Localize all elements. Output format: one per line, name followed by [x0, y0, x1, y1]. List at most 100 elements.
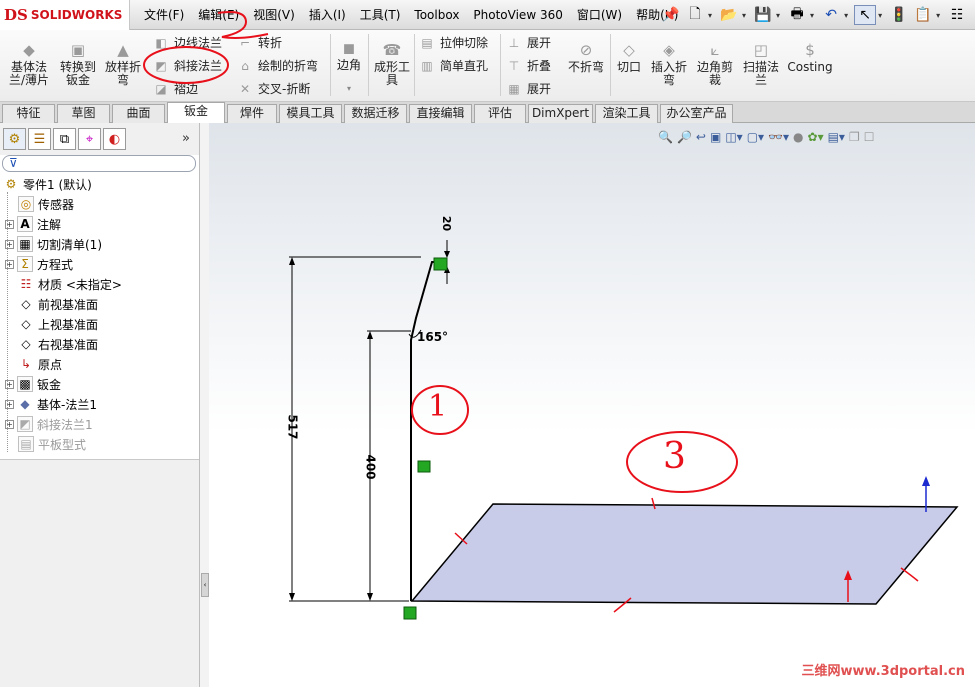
dimxpert-manager-tab-icon[interactable]: ⌖: [78, 128, 101, 150]
tree-item-origin[interactable]: ↳ 原点: [18, 354, 62, 374]
menu-file[interactable]: 文件(F): [137, 6, 191, 24]
new-dropdown-icon[interactable]: ▾: [708, 11, 712, 20]
display-style-icon[interactable]: ▢▾: [747, 130, 764, 144]
open-dropdown-icon[interactable]: ▾: [742, 11, 746, 20]
menu-insert[interactable]: 插入(I): [302, 6, 353, 24]
menu-photoview[interactable]: PhotoView 360: [466, 6, 569, 24]
edit-appearance-icon[interactable]: ●: [793, 130, 803, 144]
tree-item-part[interactable]: ⚙ 零件1 (默认): [3, 174, 92, 194]
flatten-button[interactable]: ▦ 展开: [505, 80, 551, 97]
feature-tree-filter[interactable]: ⊽: [2, 155, 196, 172]
expand-icon[interactable]: +: [5, 419, 14, 429]
sketched-bend-button[interactable]: ⌂ 绘制的折弯: [236, 57, 318, 74]
expand-icon[interactable]: +: [5, 259, 14, 269]
options-icon[interactable]: ☷: [946, 5, 968, 25]
collapse-panel-handle[interactable]: ‹: [201, 573, 209, 597]
save-dropdown-icon[interactable]: ▾: [776, 11, 780, 20]
menu-window[interactable]: 窗口(W): [570, 6, 629, 24]
maximize-window-icon[interactable]: ☐: [864, 130, 875, 144]
tab-evaluate[interactable]: 评估: [474, 104, 526, 123]
lofted-bend-button[interactable]: ▲ 放样折弯: [104, 40, 142, 87]
menu-toolbox[interactable]: Toolbox: [407, 6, 466, 24]
restore-window-icon[interactable]: ❐: [849, 130, 860, 144]
menu-tools[interactable]: 工具(T): [353, 6, 408, 24]
menu-view[interactable]: 视图(V): [246, 6, 302, 24]
dimension-517-label[interactable]: 517: [286, 414, 300, 439]
tab-office-products[interactable]: 办公室产品: [660, 104, 733, 123]
rip-button[interactable]: ◇ 切口: [614, 40, 644, 74]
expand-icon[interactable]: +: [5, 379, 14, 389]
panel-splitter[interactable]: ‹: [199, 123, 209, 687]
insert-bends-button[interactable]: ◈ 插入折弯: [648, 40, 690, 87]
expand-icon[interactable]: +: [5, 219, 14, 229]
view-orientation-icon[interactable]: ◫▾: [725, 130, 742, 144]
dimension-angle-label[interactable]: 165°: [417, 330, 448, 344]
pin-icon[interactable]: 📌: [660, 5, 682, 25]
zoom-to-area-icon[interactable]: 🔎: [677, 130, 692, 144]
costing-button[interactable]: $ Costing: [787, 40, 833, 74]
print-icon[interactable]: 🖶: [786, 5, 808, 25]
dimension-400-label[interactable]: 400: [364, 454, 378, 479]
tab-mold-tools[interactable]: 模具工具: [279, 104, 342, 123]
panel-expand-icon[interactable]: »: [182, 131, 190, 146]
simple-hole-button[interactable]: ▥ 简单直孔: [418, 57, 488, 74]
tab-sheetmetal[interactable]: 钣金: [167, 102, 225, 124]
app-logo[interactable]: DS SOLIDWORKS: [0, 0, 130, 30]
tree-item-sensors[interactable]: ◎ 传感器: [18, 194, 74, 214]
select-icon[interactable]: ↖: [854, 5, 877, 25]
tree-item-top-plane[interactable]: ◇ 上视基准面: [18, 314, 98, 334]
no-bends-button[interactable]: ⊘ 不折弯: [566, 40, 606, 74]
tree-item-right-plane[interactable]: ◇ 右视基准面: [18, 334, 98, 354]
undo-icon[interactable]: ↶: [820, 5, 842, 25]
tree-item-flat-pattern[interactable]: ▤ 平板型式: [18, 434, 86, 454]
previous-view-icon[interactable]: ↩: [696, 130, 706, 144]
menu-edit[interactable]: 编辑(E): [191, 6, 246, 24]
open-icon[interactable]: 📂: [718, 5, 740, 25]
jog-button[interactable]: ⌐ 转折: [236, 34, 282, 51]
expand-icon[interactable]: +: [5, 239, 14, 249]
configuration-manager-tab-icon[interactable]: ⧉: [53, 128, 76, 150]
tree-item-material[interactable]: ☷ 材质 <未指定>: [18, 274, 122, 294]
tab-weldments[interactable]: 焊件: [227, 104, 277, 123]
corner-trim-button[interactable]: ⟀ 边角剪裁: [694, 40, 736, 87]
feature-manager-tab-icon[interactable]: ⚙: [3, 128, 26, 150]
corners-button[interactable]: ◼ 边角 ▾: [334, 38, 364, 95]
rebuild-icon[interactable]: 🚦: [888, 5, 910, 25]
miter-flange-button[interactable]: ◩ 斜接法兰: [152, 57, 222, 74]
tree-item-sheet-metal[interactable]: + ▩ 钣金: [5, 374, 61, 394]
print-dropdown-icon[interactable]: ▾: [810, 11, 814, 20]
select-dropdown-icon[interactable]: ▾: [878, 11, 882, 20]
base-flange-button[interactable]: ◆ 基体法兰/薄片: [7, 40, 51, 87]
apply-scene-icon[interactable]: ✿▾: [808, 130, 824, 144]
corners-dropdown-icon[interactable]: ▾: [347, 82, 351, 95]
file-properties-dropdown-icon[interactable]: ▾: [936, 11, 940, 20]
extruded-cut-button[interactable]: ▤ 拉伸切除: [418, 34, 488, 51]
tab-data-migration[interactable]: 数据迁移: [344, 104, 407, 123]
tab-features[interactable]: 特征: [2, 104, 55, 123]
tree-item-front-plane[interactable]: ◇ 前视基准面: [18, 294, 98, 314]
tab-surfaces[interactable]: 曲面: [112, 104, 165, 123]
section-view-icon[interactable]: ▣: [710, 130, 721, 144]
tree-item-base-flange[interactable]: + ◆ 基体-法兰1: [5, 394, 97, 414]
hem-button[interactable]: ◪ 褶边: [152, 80, 198, 97]
hide-show-items-icon[interactable]: 👓▾: [768, 130, 789, 144]
tab-direct-editing[interactable]: 直接编辑: [409, 104, 472, 123]
tree-item-miter-flange[interactable]: + ◩ 斜接法兰1: [5, 414, 93, 434]
expand-icon[interactable]: +: [5, 399, 14, 409]
edge-flange-button[interactable]: ◧ 边线法兰: [152, 34, 222, 51]
file-properties-icon[interactable]: 📋: [912, 5, 934, 25]
display-manager-tab-icon[interactable]: ◐: [103, 128, 126, 150]
tree-item-equations[interactable]: + Σ 方程式: [5, 254, 73, 274]
property-manager-tab-icon[interactable]: ☰: [28, 128, 51, 150]
zoom-to-fit-icon[interactable]: 🔍: [658, 130, 673, 144]
dimension-20-label[interactable]: 20: [440, 216, 453, 231]
new-document-icon[interactable]: 🗋: [684, 5, 706, 25]
tab-sketch[interactable]: 草图: [57, 104, 110, 123]
cross-break-button[interactable]: ✕ 交叉-折断: [236, 80, 310, 97]
graphics-area[interactable]: [209, 123, 975, 687]
tree-item-annotations[interactable]: + A 注解: [5, 214, 61, 234]
tab-dimxpert[interactable]: DimXpert: [528, 104, 593, 123]
save-icon[interactable]: 💾: [752, 5, 774, 25]
swept-flange-button[interactable]: ◰ 扫描法兰: [740, 40, 782, 87]
view-settings-icon[interactable]: ▤▾: [828, 130, 845, 144]
